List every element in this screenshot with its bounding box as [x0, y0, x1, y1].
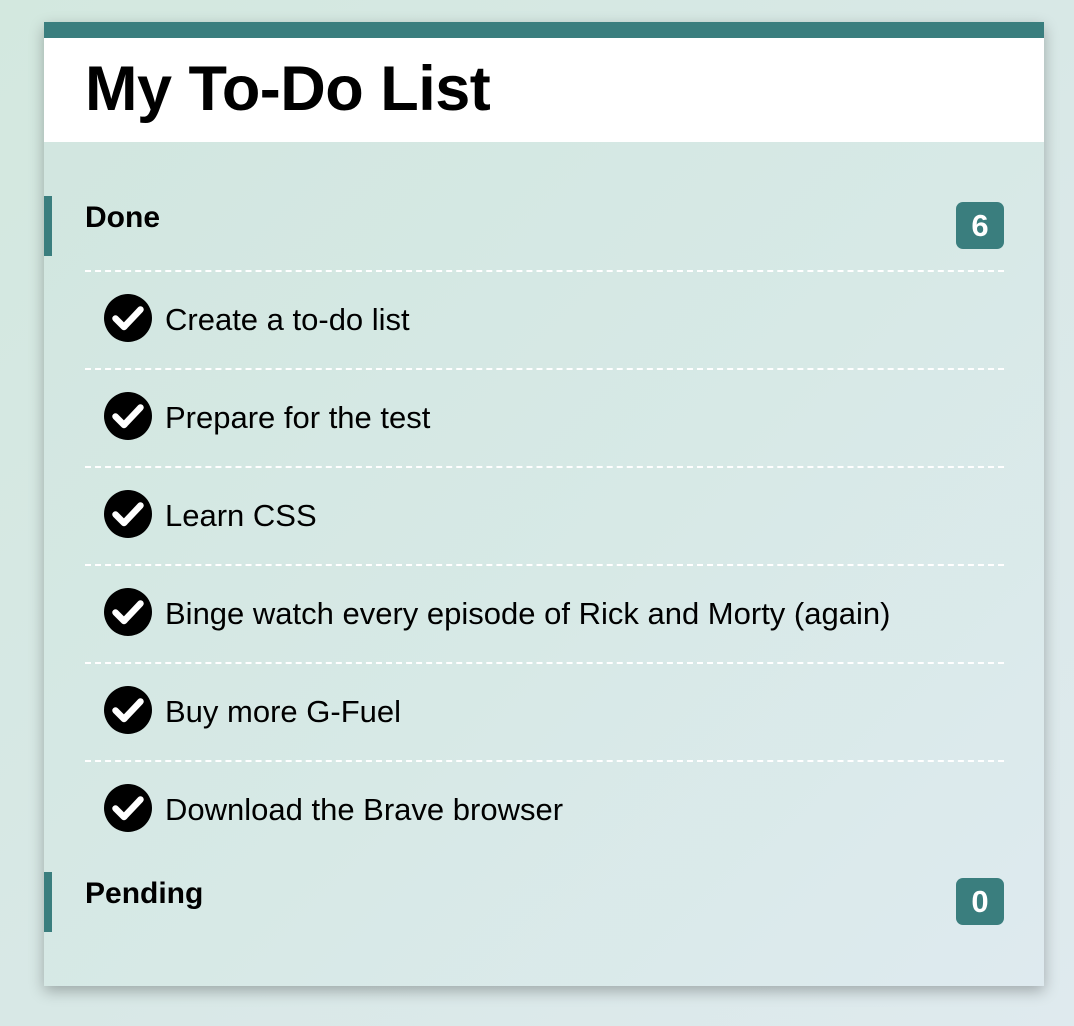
list-item[interactable]: Buy more G-Fuel	[85, 662, 1004, 760]
item-text: Prepare for the test	[165, 400, 431, 435]
list-item[interactable]: Binge watch every episode of Rick and Mo…	[85, 564, 1004, 662]
section-header-done[interactable]: Done 6	[44, 196, 1004, 256]
count-badge-pending: 0	[956, 878, 1004, 925]
item-text: Create a to-do list	[165, 302, 410, 337]
todo-card: My To-Do List Done 6 Create a to-do list…	[44, 22, 1044, 986]
check-circle-icon	[104, 294, 152, 342]
item-text: Binge watch every episode of Rick and Mo…	[165, 596, 891, 631]
check-circle-icon	[104, 588, 152, 636]
check-circle-icon	[104, 392, 152, 440]
section-accent-bar	[44, 196, 52, 256]
list-item[interactable]: Learn CSS	[85, 466, 1004, 564]
card-header: My To-Do List	[44, 38, 1044, 142]
section-header-pending[interactable]: Pending 0	[44, 872, 1004, 932]
item-text: Learn CSS	[165, 498, 317, 533]
done-list: Create a to-do list Prepare for the test…	[85, 270, 1004, 858]
section-label-done: Done	[85, 201, 160, 234]
check-circle-icon	[104, 784, 152, 832]
page-title: My To-Do List	[85, 54, 491, 124]
check-circle-icon	[104, 686, 152, 734]
count-badge-done: 6	[956, 202, 1004, 249]
section-accent-bar	[44, 872, 52, 932]
list-item[interactable]: Create a to-do list	[85, 270, 1004, 368]
section-label-pending: Pending	[85, 877, 204, 910]
item-text: Buy more G-Fuel	[165, 694, 402, 729]
list-item[interactable]: Download the Brave browser	[85, 760, 1004, 858]
list-item[interactable]: Prepare for the test	[85, 368, 1004, 466]
item-text: Download the Brave browser	[165, 792, 564, 827]
check-circle-icon	[104, 490, 152, 538]
